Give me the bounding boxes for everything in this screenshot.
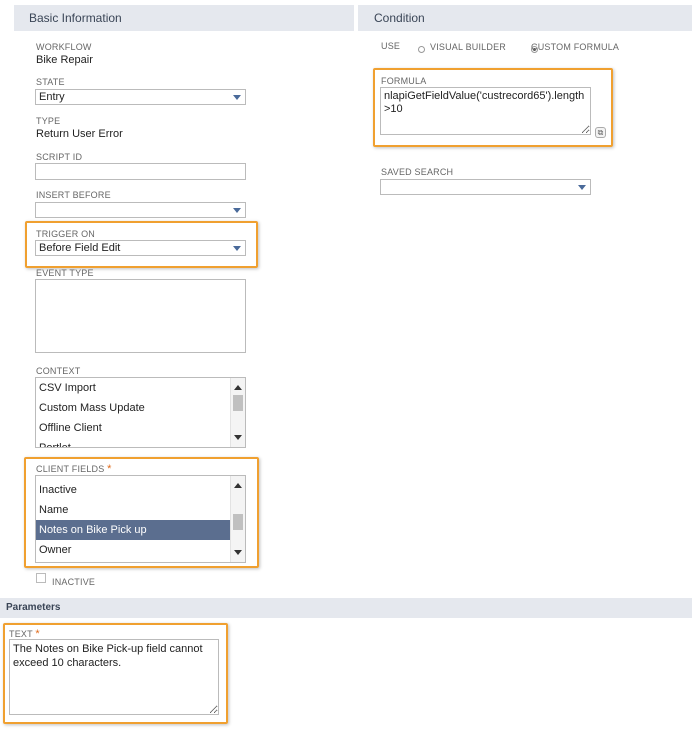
context-item-custom-mass-update[interactable]: Custom Mass Update bbox=[36, 398, 245, 418]
use-label: USE bbox=[381, 41, 401, 51]
scroll-up-icon[interactable] bbox=[234, 483, 242, 488]
trigger-on-select[interactable]: Before Field Edit bbox=[35, 240, 246, 256]
scroll-thumb[interactable] bbox=[233, 395, 243, 411]
script-id-input[interactable] bbox=[35, 163, 246, 180]
condition-title: Condition bbox=[374, 11, 425, 25]
saved-search-select[interactable] bbox=[380, 179, 591, 195]
inactive-label: INACTIVE bbox=[52, 577, 96, 587]
context-label: CONTEXT bbox=[36, 366, 81, 376]
client-field-item-notes-on-bike-pick-up[interactable]: Notes on Bike Pick up bbox=[36, 520, 230, 540]
workflow-label: WORKFLOW bbox=[36, 42, 92, 52]
context-listbox[interactable]: CSV Import Custom Mass Update Offline Cl… bbox=[35, 377, 246, 448]
client-field-item-inactive[interactable]: Inactive bbox=[36, 480, 245, 500]
insert-before-label: INSERT BEFORE bbox=[36, 190, 111, 200]
event-type-label: EVENT TYPE bbox=[36, 268, 94, 278]
chevron-down-icon bbox=[233, 246, 241, 251]
scroll-down-icon[interactable] bbox=[234, 550, 242, 555]
client-fields-label-text: CLIENT FIELDS bbox=[36, 464, 105, 474]
client-field-item-owner[interactable]: Owner bbox=[36, 540, 245, 560]
script-id-label: SCRIPT ID bbox=[36, 152, 83, 162]
saved-search-label: SAVED SEARCH bbox=[381, 167, 454, 177]
formula-label: FORMULA bbox=[381, 76, 427, 86]
trigger-on-label: TRIGGER ON bbox=[36, 229, 96, 239]
inactive-checkbox[interactable] bbox=[36, 573, 46, 583]
type-value: Return User Error bbox=[36, 128, 123, 140]
state-label: STATE bbox=[36, 77, 65, 87]
custom-formula-label[interactable]: CUSTOM FORMULA bbox=[531, 42, 619, 52]
chevron-down-icon bbox=[233, 208, 241, 213]
client-fields-scrollbar[interactable] bbox=[230, 476, 245, 562]
scroll-down-icon[interactable] bbox=[234, 435, 242, 440]
client-fields-label: CLIENT FIELDS * bbox=[36, 463, 112, 475]
condition-header: Condition bbox=[358, 5, 692, 31]
context-item-csv-import[interactable]: CSV Import bbox=[36, 378, 245, 398]
context-item-portlet[interactable]: Portlet bbox=[36, 438, 245, 447]
chevron-down-icon bbox=[578, 185, 586, 190]
text-textarea[interactable]: The Notes on Bike Pick-up field cannot e… bbox=[9, 639, 219, 715]
client-fields-listbox[interactable]: Inactive Name Notes on Bike Pick up Owne… bbox=[35, 475, 246, 563]
parameters-title: Parameters bbox=[6, 602, 61, 613]
state-select-value: Entry bbox=[39, 91, 65, 103]
parameters-header: Parameters bbox=[0, 598, 692, 618]
event-type-listbox[interactable] bbox=[35, 279, 246, 353]
chevron-down-icon bbox=[233, 95, 241, 100]
scroll-up-icon[interactable] bbox=[234, 385, 242, 390]
scroll-thumb[interactable] bbox=[233, 514, 243, 530]
visual-builder-label[interactable]: VISUAL BUILDER bbox=[430, 42, 506, 52]
trigger-on-value: Before Field Edit bbox=[39, 242, 121, 254]
basic-information-title: Basic Information bbox=[29, 11, 122, 25]
visual-builder-radio[interactable] bbox=[418, 46, 425, 54]
type-label: TYPE bbox=[36, 116, 61, 126]
formula-popup-icon[interactable]: ⧉ bbox=[595, 127, 606, 138]
formula-textarea[interactable]: nlapiGetFieldValue('custrecord65').lengt… bbox=[380, 87, 591, 135]
workflow-value: Bike Repair bbox=[36, 54, 93, 66]
state-select[interactable]: Entry bbox=[35, 89, 246, 105]
text-label-text: TEXT bbox=[9, 629, 33, 639]
required-marker: * bbox=[107, 463, 112, 475]
insert-before-select[interactable] bbox=[35, 202, 246, 218]
context-item-offline-client[interactable]: Offline Client bbox=[36, 418, 245, 438]
basic-information-header: Basic Information bbox=[14, 5, 354, 31]
client-field-item-name[interactable]: Name bbox=[36, 500, 245, 520]
context-scrollbar[interactable] bbox=[230, 378, 245, 447]
